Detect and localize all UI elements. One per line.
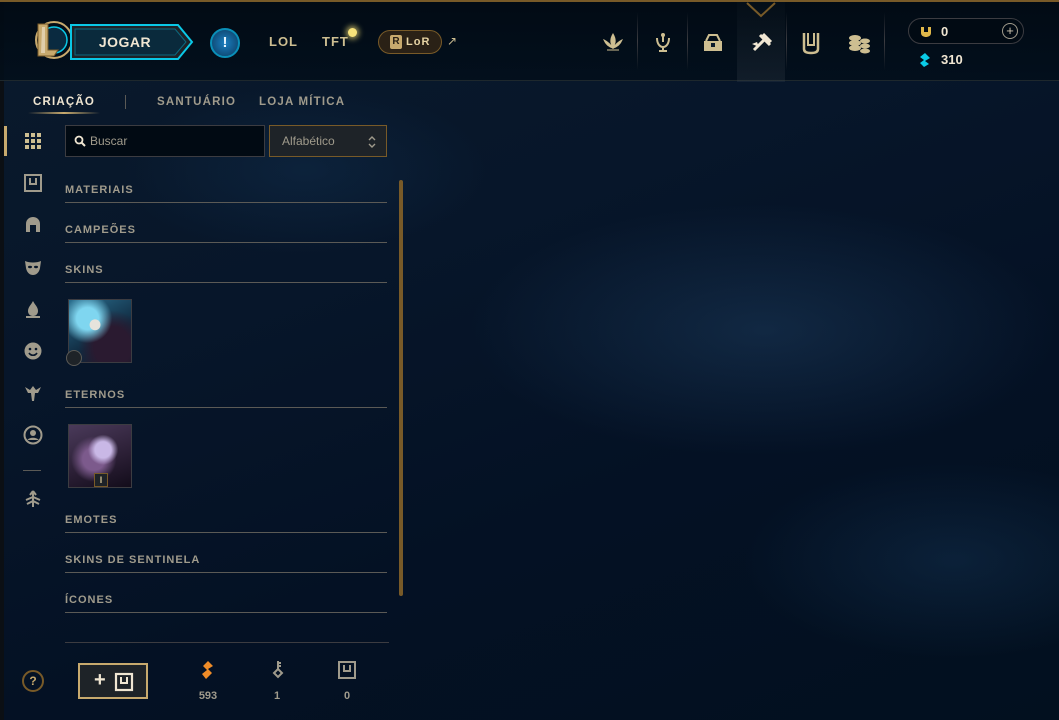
scrollbar[interactable] <box>399 180 403 596</box>
chest-icon <box>114 672 134 692</box>
lor-label: LoR <box>406 36 431 48</box>
category-divider <box>65 532 387 533</box>
sort-selected: Alfabético <box>282 134 335 148</box>
category-emotes[interactable]: EMOTES <box>65 514 117 526</box>
tab-mythic-shop[interactable]: LOJA MÍTICA <box>259 96 345 108</box>
bottom-divider <box>65 642 389 643</box>
league-logo-icon[interactable] <box>32 20 72 60</box>
rail-active-indicator <box>4 126 7 156</box>
collection-icon[interactable] <box>650 30 676 56</box>
loot-icon[interactable] <box>700 30 726 56</box>
tft-notification-dot <box>348 28 357 37</box>
tab-sanctum[interactable]: SANTUÁRIO <box>157 96 236 108</box>
category-champions[interactable]: CAMPEÕES <box>65 224 136 236</box>
alert-button[interactable]: ! <box>210 28 240 58</box>
grid-icon[interactable] <box>22 130 44 152</box>
skin-shard-tile[interactable] <box>66 299 132 366</box>
eternal-shard-tile[interactable]: I <box>68 424 132 488</box>
emote-face-icon[interactable] <box>22 340 44 362</box>
external-link-icon: ↗ <box>447 34 458 48</box>
category-icons[interactable]: ÍCONES <box>65 594 113 606</box>
sort-dropdown[interactable]: Alfabético <box>269 125 387 157</box>
summoner-icon[interactable] <box>22 424 44 446</box>
nav-separator <box>687 12 688 70</box>
rp-value: 0 <box>941 24 949 39</box>
key-value: 1 <box>273 690 281 702</box>
nav-lol[interactable]: LOL <box>269 34 298 49</box>
rail-separator <box>23 470 41 471</box>
orange-essence-value: 593 <box>198 690 218 702</box>
rarity-badge-icon <box>66 350 82 366</box>
search-icon <box>74 135 86 147</box>
category-divider <box>65 572 387 573</box>
top-navigation: JOGAR ! LOL TFT R LoR ↗ 0 + 310 <box>0 2 1059 82</box>
rp-wallet[interactable]: 0 + <box>908 18 1024 44</box>
play-button-label: JOGAR <box>98 34 152 50</box>
category-divider <box>65 282 387 283</box>
help-button[interactable]: ? <box>22 670 44 692</box>
category-divider <box>65 612 387 613</box>
tab-crafting[interactable]: CRIAÇÃO <box>33 96 95 108</box>
category-divider <box>65 202 387 203</box>
orange-essence-icon <box>202 661 213 679</box>
plus-icon: + <box>94 669 106 691</box>
play-button[interactable]: JOGAR <box>70 24 194 60</box>
rp-coin-icon <box>921 27 931 37</box>
skin-mask-icon[interactable] <box>22 256 44 278</box>
active-tab-underline <box>28 112 100 114</box>
lor-logo-icon: R <box>390 35 402 49</box>
chest-value: 0 <box>343 690 351 702</box>
add-chest-button[interactable]: + <box>78 663 148 699</box>
subtab-divider <box>125 95 126 109</box>
category-divider <box>65 242 387 243</box>
profile-lotus-icon[interactable] <box>600 30 626 56</box>
sentinel-icon[interactable] <box>22 382 44 404</box>
nav-separator <box>884 12 885 70</box>
currency-stack-icon[interactable] <box>846 30 872 56</box>
ward-flame-icon[interactable] <box>22 298 44 320</box>
category-skins[interactable]: SKINS <box>65 264 104 276</box>
category-materials[interactable]: MATERIAIS <box>65 184 134 196</box>
lor-button[interactable]: R LoR <box>378 30 442 54</box>
updown-arrows-icon <box>368 136 376 148</box>
crafting-hammer-icon[interactable] <box>749 30 775 56</box>
category-eternals[interactable]: ETERNOS <box>65 389 125 401</box>
blue-essence-value: 310 <box>941 52 963 67</box>
blue-essence-icon <box>920 53 930 67</box>
nav-separator <box>637 12 638 70</box>
eternal-arrows-icon[interactable] <box>22 488 44 510</box>
category-divider <box>65 407 387 408</box>
champion-helmet-icon[interactable] <box>22 214 44 236</box>
add-rp-button[interactable]: + <box>1002 23 1018 39</box>
chest-icon[interactable] <box>22 172 44 194</box>
nav-tft[interactable]: TFT <box>322 34 349 49</box>
search-box[interactable] <box>65 125 265 157</box>
active-chevron-icon <box>746 2 776 18</box>
key-icon <box>272 661 284 679</box>
eternal-series-number: I <box>94 473 108 487</box>
nav-separator <box>786 12 787 70</box>
search-input[interactable] <box>90 126 260 156</box>
store-icon[interactable] <box>798 30 824 56</box>
chest-icon <box>338 661 356 679</box>
category-ward-skins[interactable]: SKINS DE SENTINELA <box>65 554 200 566</box>
